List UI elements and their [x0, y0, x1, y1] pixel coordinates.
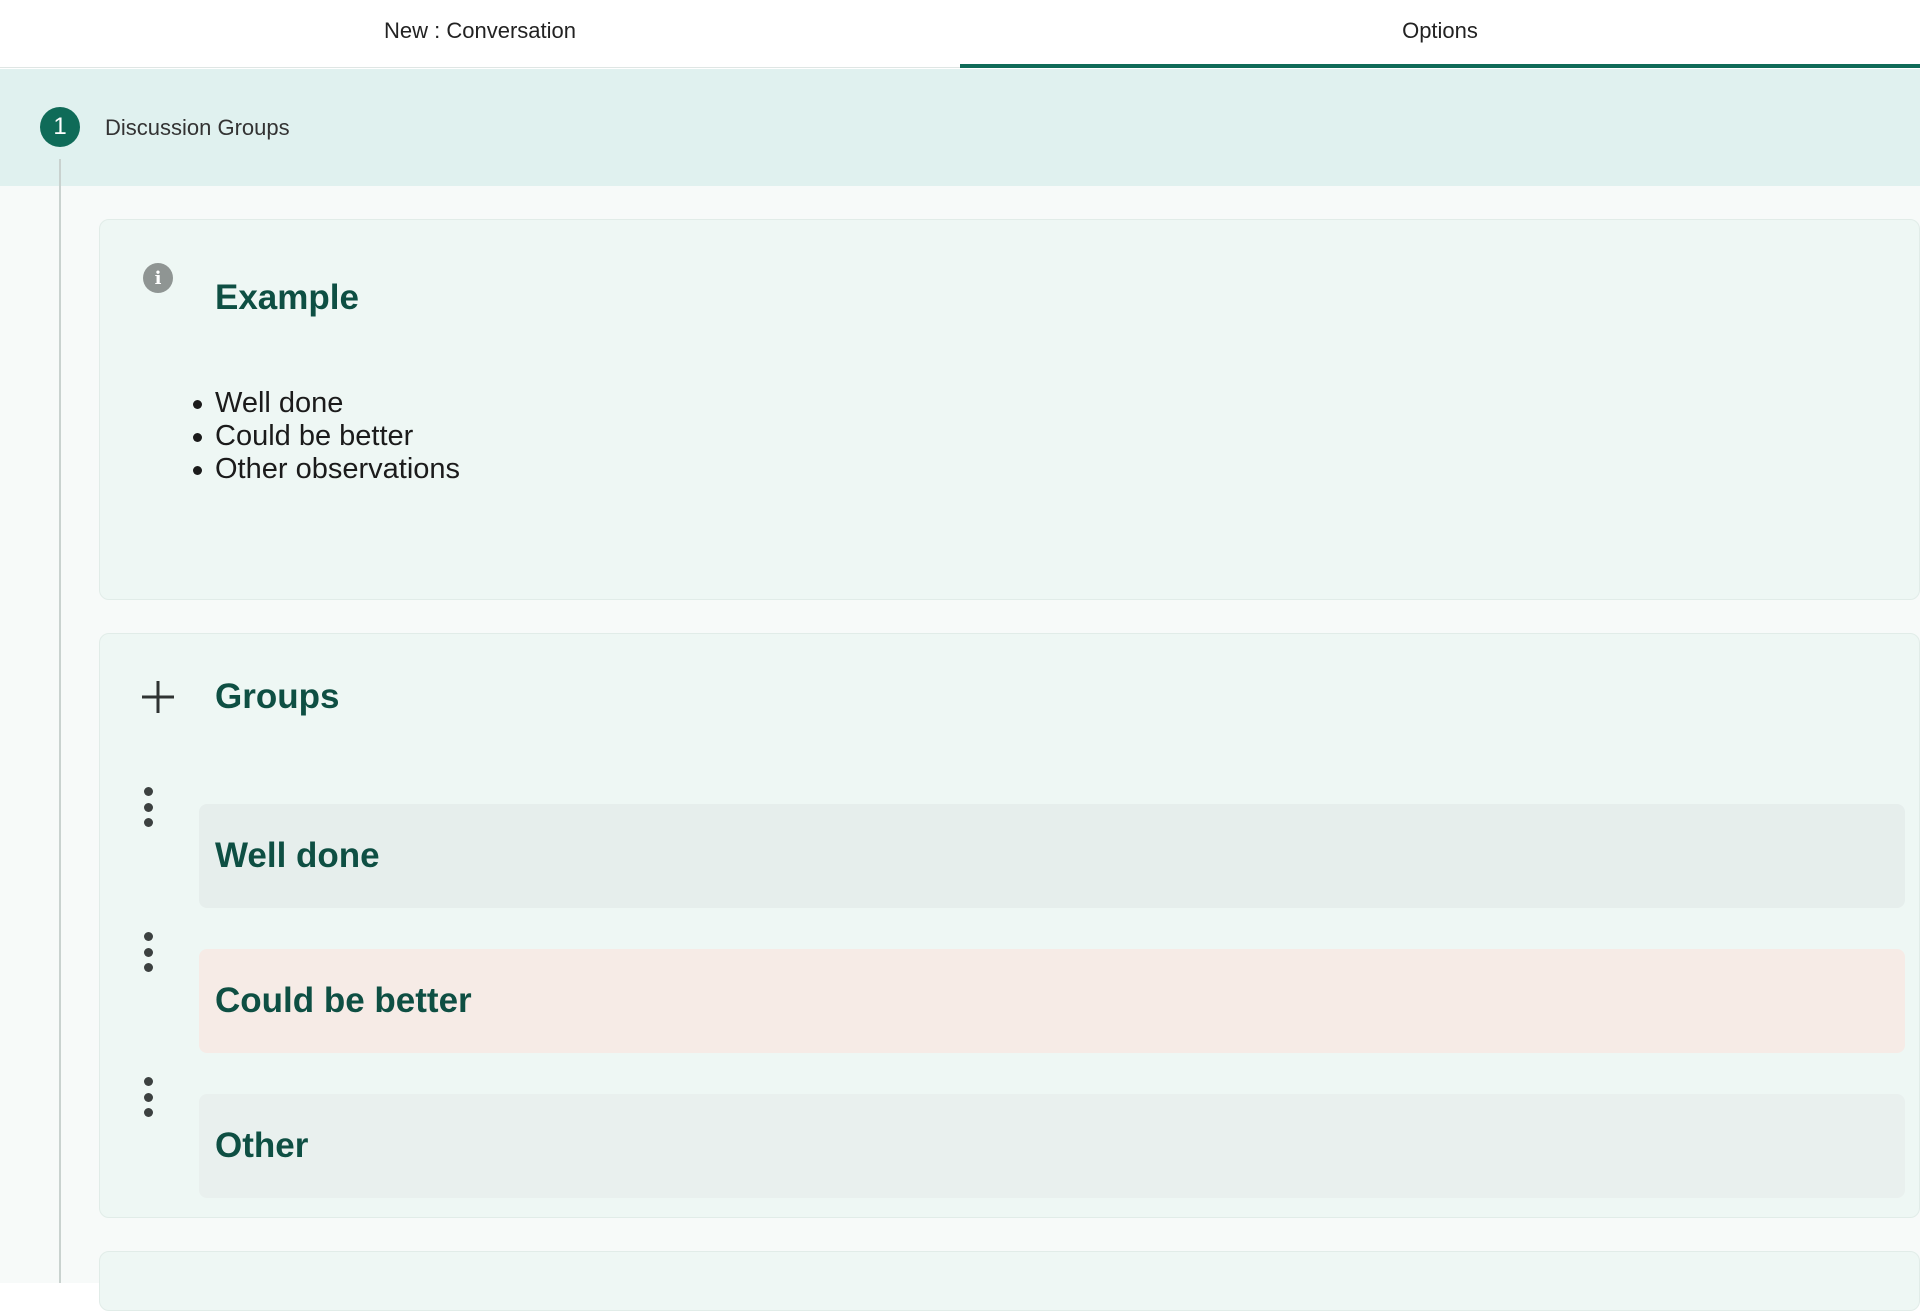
- example-title: Example: [215, 278, 359, 317]
- group-menu-icon[interactable]: [138, 1077, 158, 1117]
- group-label: Well done: [215, 836, 380, 875]
- list-item: Other observations: [193, 453, 460, 486]
- tab-new-conversation[interactable]: New : Conversation: [0, 0, 960, 67]
- next-card: [99, 1251, 1920, 1311]
- group-row-well-done[interactable]: Well done: [199, 804, 1905, 908]
- group-row-could-be-better[interactable]: Could be better: [199, 949, 1905, 1053]
- step-header: 1 Discussion Groups: [0, 69, 1920, 186]
- tab-options[interactable]: Options: [960, 0, 1920, 68]
- list-item: Could be better: [193, 420, 460, 453]
- group-label: Other: [215, 1126, 309, 1165]
- step-number-badge: 1: [40, 107, 80, 147]
- tab-bar: New : Conversation Options: [0, 0, 1920, 68]
- example-list: Well done Could be better Other observat…: [193, 387, 460, 486]
- group-menu-icon[interactable]: [138, 787, 158, 827]
- info-icon: i: [138, 258, 178, 298]
- group-menu-icon[interactable]: [138, 932, 158, 972]
- groups-card: Groups Well done Could be better Other: [99, 633, 1920, 1218]
- plus-icon[interactable]: [138, 677, 178, 717]
- step-title: Discussion Groups: [105, 114, 290, 140]
- groups-title: Groups: [215, 677, 340, 716]
- group-label: Could be better: [215, 981, 472, 1020]
- group-row-other[interactable]: Other: [199, 1094, 1905, 1198]
- example-card: i Example Well done Could be better Othe…: [99, 219, 1920, 600]
- list-item: Well done: [193, 387, 460, 420]
- step-timeline-line: [59, 159, 61, 1283]
